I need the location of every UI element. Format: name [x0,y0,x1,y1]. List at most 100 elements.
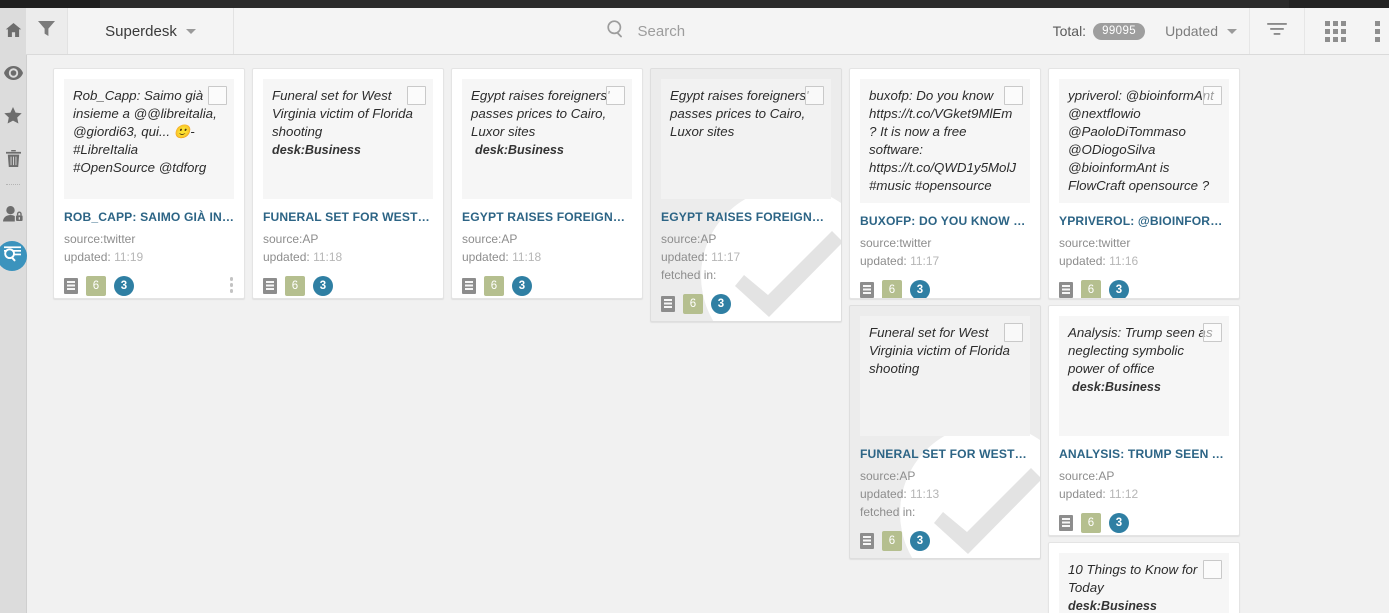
card-headline[interactable]: ANALYSIS: TRUMP SEEN AS NEG… [1059,447,1229,461]
card-fetched-label: fetched in: [661,268,717,282]
card-select-checkbox[interactable] [1203,86,1222,105]
document-icon[interactable] [462,278,476,294]
card-source: source:twitter [64,232,136,246]
desk-selector[interactable]: Superdesk [68,8,234,54]
content-card[interactable]: Rob_Capp: Saimo già insieme a @@libreita… [53,68,245,299]
document-icon[interactable] [661,296,675,312]
card-updated-value: 11:16 [1109,254,1139,268]
card-source: source:twitter [1059,236,1131,250]
content-card[interactable]: Funeral set for West Virginia victim of … [252,68,444,299]
sidebar-item-privileges[interactable] [0,192,26,235]
card-badges: 63 [64,276,234,296]
sidebar-item-home[interactable] [0,8,26,51]
card-meta: source:AP updated: 11:17 fetched in: [661,230,831,284]
document-icon[interactable] [263,278,277,294]
trash-icon [5,150,21,167]
content-card[interactable]: 10 Things to Know for Today desk:Business [1048,542,1240,613]
card-select-checkbox[interactable] [407,86,426,105]
sort-selector[interactable]: Updated [1159,8,1249,54]
card-preview-text: Egypt raises foreigners' passes prices t… [670,88,809,139]
content-card[interactable]: buxofp: Do you know https://t.co/VGket9M… [849,68,1041,299]
card-select-checkbox[interactable] [805,86,824,105]
card-preview: 10 Things to Know for Today desk:Business [1059,553,1229,613]
sort-filter-icon [1267,22,1287,41]
apps-grid-button[interactable] [1304,8,1365,54]
card-headline[interactable]: YPRIVEROL: @BIOINFORMANT … [1059,214,1229,228]
document-icon[interactable] [860,533,874,549]
card-actions-menu[interactable] [229,277,233,293]
content-card[interactable]: Egypt raises foreigners' passes prices t… [451,68,643,299]
card-source: source:AP [263,232,319,246]
card-select-checkbox[interactable] [208,86,227,105]
card-meta: source:twitter updated: 11:16 [1059,234,1229,270]
card-headline[interactable]: EGYPT RAISES FOREIGNERS' PA… [462,210,632,224]
header-more-button[interactable] [1365,8,1389,54]
badge-priority[interactable]: 3 [1109,280,1129,298]
sidebar-item-search-content[interactable] [0,241,27,271]
sort-direction-button[interactable] [1249,8,1304,54]
card-preview-text: ypriverol: @bioinformAnt @nextflowio @Pa… [1068,88,1214,193]
monitoring-board[interactable]: Rob_Capp: Saimo già insieme a @@libreita… [27,55,1389,613]
badge-priority[interactable]: 3 [910,531,930,551]
content-card[interactable]: Analysis: Trump seen as neglecting symbo… [1048,305,1240,536]
card-body: Analysis: Trump seen as neglecting symbo… [1049,306,1239,535]
badge-priority[interactable]: 3 [114,276,134,296]
card-select-checkbox[interactable] [1004,86,1023,105]
badge-wordcount[interactable]: 6 [1081,513,1101,533]
card-preview-text: Rob_Capp: Saimo già insieme a @@libreita… [73,88,217,175]
badge-priority[interactable]: 3 [313,276,333,296]
card-preview: Rob_Capp: Saimo già insieme a @@libreita… [64,79,234,199]
total-label: Total: [1052,23,1087,39]
card-select-checkbox[interactable] [1004,323,1023,342]
card-desk-label: desk:Business [1068,599,1157,613]
card-updated-label: updated: [64,250,111,264]
card-source: source:twitter [860,236,932,250]
search-input[interactable]: Search [234,8,1039,54]
card-preview: Egypt raises foreigners' passes prices t… [661,79,831,199]
card-source: source:AP [860,469,916,483]
card-select-checkbox[interactable] [1203,323,1222,342]
card-select-checkbox[interactable] [606,86,625,105]
sidebar-item-spike[interactable] [0,137,26,180]
card-headline[interactable]: FUNERAL SET FOR WEST VIRGIN… [860,447,1030,461]
card-badges: 63 [263,276,433,296]
badge-wordcount[interactable]: 6 [882,280,902,298]
badge-wordcount[interactable]: 6 [882,531,902,551]
card-meta: source:AP updated: 11:18 [462,230,632,266]
content-card[interactable]: Egypt raises foreigners' passes prices t… [650,68,842,322]
badge-priority[interactable]: 3 [1109,513,1129,533]
content-card[interactable]: Funeral set for West Virginia victim of … [849,305,1041,559]
top-strip-left [0,0,100,8]
funnel-icon [38,21,55,41]
search-content-icon [2,244,23,268]
sidebar-item-monitoring[interactable] [0,51,26,94]
card-headline[interactable]: EGYPT RAISES FOREIGNERS' PA… [661,210,831,224]
card-headline[interactable]: BUXOFP: DO YOU KNOW HTTPS:… [860,214,1030,228]
card-headline[interactable]: ROB_CAPP: SAIMO GIÀ INSIEME … [64,210,234,224]
badge-wordcount[interactable]: 6 [484,276,504,296]
badge-wordcount[interactable]: 6 [1081,280,1101,298]
document-icon[interactable] [860,282,874,298]
card-meta: source:AP updated: 11:18 [263,230,433,266]
card-preview: Funeral set for West Virginia victim of … [263,79,433,199]
badge-wordcount[interactable]: 6 [285,276,305,296]
document-icon[interactable] [64,278,78,294]
document-icon[interactable] [1059,515,1073,531]
badge-priority[interactable]: 3 [910,280,930,298]
card-headline[interactable]: FUNERAL SET FOR WEST VIRGIN… [263,210,433,224]
card-preview: buxofp: Do you know https://t.co/VGket9M… [860,79,1030,203]
card-fetched-label: fetched in: [860,505,916,519]
content-card[interactable]: ypriverol: @bioinformAnt @nextflowio @Pa… [1048,68,1240,299]
sidebar-item-highlights[interactable] [0,94,26,137]
card-source: source:AP [1059,469,1115,483]
badge-priority[interactable]: 3 [512,276,532,296]
badge-wordcount[interactable]: 6 [683,294,703,314]
card-select-checkbox[interactable] [1203,560,1222,579]
card-badges: 63 [462,276,632,296]
document-icon[interactable] [1059,282,1073,298]
sort-label: Updated [1165,23,1218,39]
card-body: Funeral set for West Virginia victim of … [850,306,1040,558]
filter-toggle-button[interactable] [26,8,68,54]
badge-wordcount[interactable]: 6 [86,276,106,296]
badge-priority[interactable]: 3 [711,294,731,314]
